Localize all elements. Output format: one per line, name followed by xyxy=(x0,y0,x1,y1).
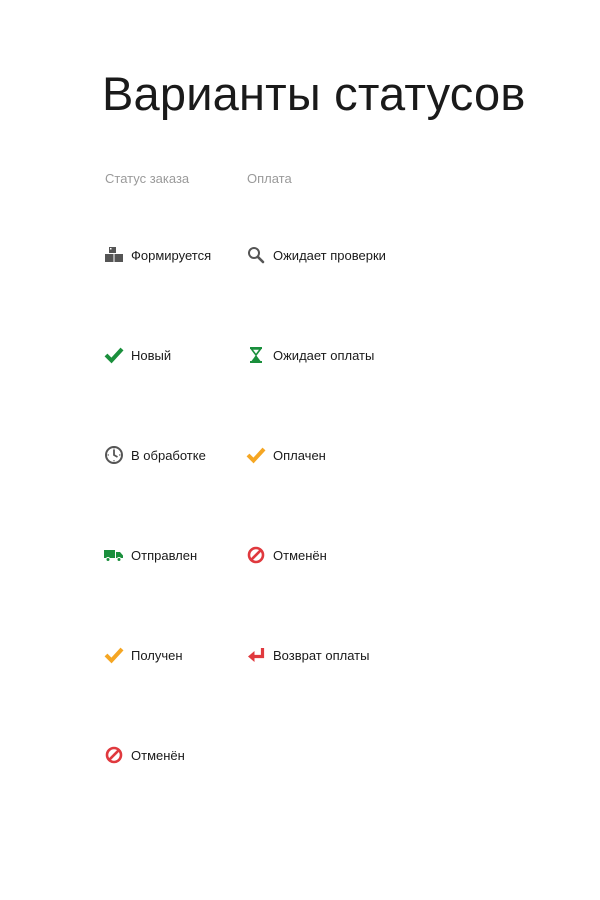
payment-status-paid: Оплачен xyxy=(246,444,326,466)
payment-status-cancelled: Отменён xyxy=(246,544,327,566)
order-status-received: Получен xyxy=(104,644,183,666)
status-label: Формируется xyxy=(131,247,212,263)
hourglass-icon xyxy=(246,345,266,365)
status-label: Отправлен xyxy=(131,547,198,563)
status-label: Новый xyxy=(131,347,172,363)
order-status-header: Статус заказа xyxy=(105,171,190,186)
status-label: Отменён xyxy=(131,747,185,763)
status-label: Отменён xyxy=(273,547,327,563)
status-label: Ожидает оплаты xyxy=(273,347,375,363)
checkmark-icon xyxy=(104,345,124,365)
magnifier-icon xyxy=(246,245,266,265)
payment-status-awaiting-payment: Ожидает оплаты xyxy=(246,344,374,366)
status-label: В обработке xyxy=(131,447,206,463)
status-label: Оплачен xyxy=(273,447,326,463)
order-status-cancelled: Отменён xyxy=(104,744,185,766)
payment-header: Оплата xyxy=(247,171,292,186)
cancel-icon xyxy=(104,745,124,765)
status-label: Ожидает проверки xyxy=(273,247,386,263)
status-label: Получен xyxy=(131,647,183,663)
return-arrow-icon xyxy=(246,645,266,665)
order-status-forming: Формируется xyxy=(104,244,211,266)
payment-status-awaiting-review: Ожидает проверки xyxy=(246,244,386,266)
order-status-processing: В обработке xyxy=(104,444,206,466)
status-label: Возврат оплаты xyxy=(273,647,370,663)
boxes-icon xyxy=(104,245,124,265)
truck-icon xyxy=(104,545,124,565)
checkmark-icon xyxy=(246,445,266,465)
clock-icon xyxy=(104,445,124,465)
page-title: Варианты статусов xyxy=(102,67,526,120)
payment-status-refund: Возврат оплаты xyxy=(246,644,369,666)
order-status-shipped: Отправлен xyxy=(104,544,197,566)
order-status-new: Новый xyxy=(104,344,171,366)
cancel-icon xyxy=(246,545,266,565)
checkmark-icon xyxy=(104,645,124,665)
